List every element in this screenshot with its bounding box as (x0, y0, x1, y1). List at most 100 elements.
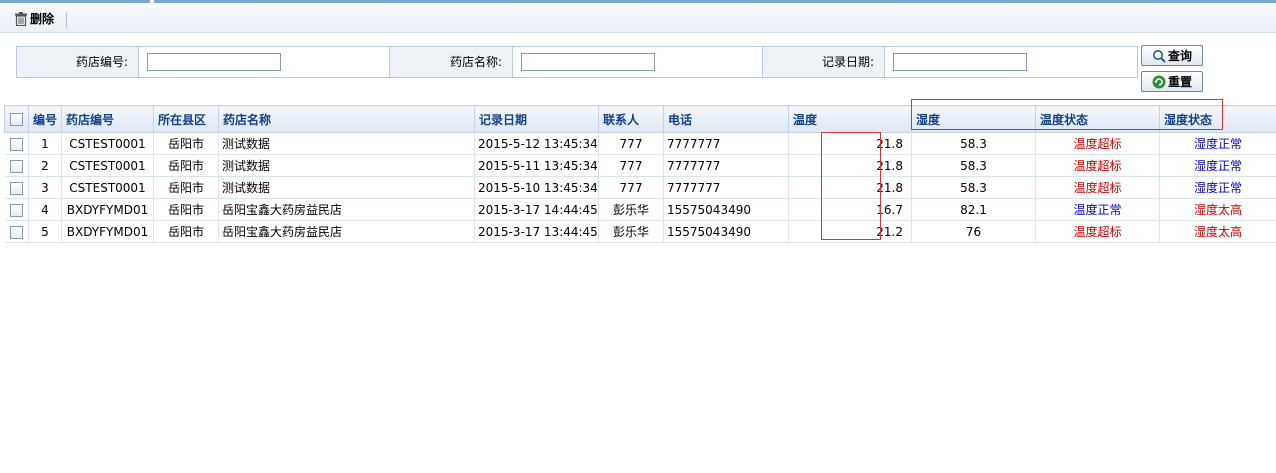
cell-temp-status: 温度正常 (1035, 198, 1160, 221)
cell-district: 岳阳市 (153, 176, 219, 199)
cell-date: 2015-5-12 13:45:34 (474, 132, 599, 155)
cell-contact: 777 (598, 176, 664, 199)
row-select-cell[interactable] (4, 176, 29, 199)
cell-date: 2015-5-11 13:45:34 (474, 154, 599, 177)
cell-temp-status: 温度超标 (1035, 154, 1160, 177)
select-all-checkbox[interactable] (10, 113, 23, 126)
row-checkbox[interactable] (9, 181, 23, 195)
cell-date: 2015-3-17 13:44:45 (474, 220, 599, 243)
cell-humidity-status: 湿度正常 (1159, 132, 1276, 155)
column-header[interactable]: 药店名称 (218, 105, 475, 133)
reset-button[interactable]: 重置 (1141, 71, 1203, 92)
refresh-icon (1152, 75, 1166, 88)
cell-no: 4 (28, 198, 62, 221)
cell-phone: 15575043490 (663, 198, 789, 221)
cell-no: 5 (28, 220, 62, 243)
table-row[interactable]: 5 BXDYFYMD01 岳阳市 岳阳宝鑫大药房益民店 2015-3-17 13… (4, 220, 1276, 243)
toolbar: 删除 (0, 4, 1276, 33)
top-border (0, 0, 1276, 3)
cell-no: 2 (28, 154, 62, 177)
cell-contact: 彭乐华 (598, 220, 664, 243)
table-row[interactable]: 1 CSTEST0001 岳阳市 测试数据 2015-5-12 13:45:34… (4, 132, 1276, 155)
search-form: 药店编号: 药店名称: 记录日期: (16, 46, 1138, 78)
store-name-label: 药店名称: (390, 47, 513, 77)
cell-temp-status: 温度超标 (1035, 132, 1160, 155)
cell-store-name: 测试数据 (218, 176, 475, 199)
column-header[interactable]: 温度 (788, 105, 912, 133)
column-header[interactable]: 电话 (663, 105, 789, 133)
top-border-gap (150, 0, 154, 3)
cell-date: 2015-3-17 14:44:45 (474, 198, 599, 221)
trash-icon (15, 11, 27, 26)
column-header[interactable]: 编号 (28, 105, 62, 133)
cell-store-code: CSTEST0001 (61, 132, 154, 155)
search-icon (1152, 49, 1166, 63)
cell-temp-status: 温度超标 (1035, 176, 1160, 199)
cell-district: 岳阳市 (153, 220, 219, 243)
row-checkbox[interactable] (9, 137, 23, 151)
cell-humidity: 58.3 (911, 132, 1036, 155)
temperature-values-highlight (821, 132, 881, 240)
table-row[interactable]: 2 CSTEST0001 岳阳市 测试数据 2015-5-11 13:45:34… (4, 154, 1276, 177)
row-select-cell[interactable] (4, 220, 29, 243)
query-button[interactable]: 查询 (1141, 45, 1203, 66)
cell-humidity: 58.3 (911, 154, 1036, 177)
row-select-cell[interactable] (4, 198, 29, 221)
cell-phone: 7777777 (663, 132, 789, 155)
store-code-input[interactable] (147, 53, 281, 71)
store-code-cell (139, 47, 390, 77)
row-checkbox[interactable] (9, 159, 23, 173)
cell-temp-status: 温度超标 (1035, 220, 1160, 243)
cell-contact: 彭乐华 (598, 198, 664, 221)
table-row[interactable]: 4 BXDYFYMD01 岳阳市 岳阳宝鑫大药房益民店 2015-3-17 14… (4, 198, 1276, 221)
record-date-label: 记录日期: (763, 47, 885, 77)
column-header[interactable]: 联系人 (598, 105, 664, 133)
row-select-cell[interactable] (4, 132, 29, 155)
table-row[interactable]: 3 CSTEST0001 岳阳市 测试数据 2015-5-10 13:45:34… (4, 176, 1276, 199)
cell-date: 2015-5-10 13:45:34 (474, 176, 599, 199)
cell-humidity: 58.3 (911, 176, 1036, 199)
cell-store-code: BXDYFYMD01 (61, 220, 154, 243)
row-select-cell[interactable] (4, 154, 29, 177)
cell-district: 岳阳市 (153, 154, 219, 177)
cell-no: 1 (28, 132, 62, 155)
cell-humidity-status: 湿度正常 (1159, 154, 1276, 177)
row-checkbox[interactable] (9, 203, 23, 217)
record-date-cell (885, 47, 1135, 77)
delete-button[interactable]: 删除 (14, 10, 54, 27)
cell-humidity-status: 湿度太高 (1159, 198, 1276, 221)
delete-label: 删除 (30, 12, 55, 26)
cell-phone: 15575043490 (663, 220, 789, 243)
cell-store-code: CSTEST0001 (61, 176, 154, 199)
cell-phone: 7777777 (663, 176, 789, 199)
cell-humidity-status: 湿度太高 (1159, 220, 1276, 243)
store-name-input[interactable] (521, 53, 655, 71)
cell-store-name: 岳阳宝鑫大药房益民店 (218, 220, 475, 243)
cell-store-code: BXDYFYMD01 (61, 198, 154, 221)
record-date-input[interactable] (893, 53, 1027, 71)
cell-humidity: 76 (911, 220, 1036, 243)
cell-store-name: 测试数据 (218, 132, 475, 155)
cell-district: 岳阳市 (153, 198, 219, 221)
humidity-columns-highlight (911, 99, 1223, 130)
cell-store-name: 测试数据 (218, 154, 475, 177)
store-name-cell (513, 47, 763, 77)
cell-store-name: 岳阳宝鑫大药房益民店 (218, 198, 475, 221)
column-header[interactable]: 记录日期 (474, 105, 599, 133)
reset-label: 重置 (1167, 75, 1192, 89)
column-header[interactable]: 药店编号 (61, 105, 154, 133)
cell-contact: 777 (598, 154, 664, 177)
cell-district: 岳阳市 (153, 132, 219, 155)
cell-no: 3 (28, 176, 62, 199)
row-checkbox[interactable] (9, 225, 23, 239)
store-code-label: 药店编号: (17, 47, 139, 77)
cell-phone: 7777777 (663, 154, 789, 177)
cell-contact: 777 (598, 132, 664, 155)
cell-humidity-status: 湿度正常 (1159, 176, 1276, 199)
cell-store-code: CSTEST0001 (61, 154, 154, 177)
select-all-cell[interactable] (4, 105, 29, 133)
query-label: 查询 (1167, 49, 1192, 63)
column-header[interactable]: 所在县区 (153, 105, 219, 133)
toolbar-separator (66, 12, 67, 28)
cell-humidity: 82.1 (911, 198, 1036, 221)
